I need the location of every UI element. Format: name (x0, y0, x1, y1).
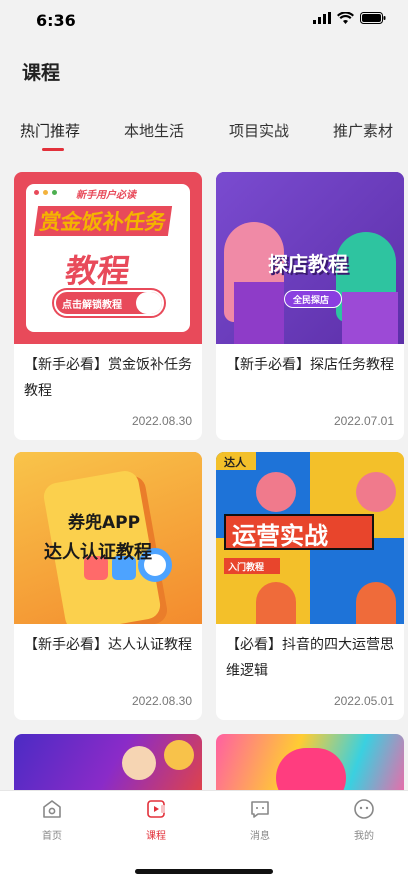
cover-headline-2: 达人认证教程 (44, 542, 152, 563)
course-card[interactable] (216, 734, 404, 790)
course-cover-image: 券兜APP 达人认证教程 (14, 452, 202, 624)
tabbar-home[interactable]: 首页 (22, 797, 82, 842)
tab-promo-material[interactable]: 推广素材 (333, 120, 393, 141)
tabbar-message[interactable]: 消息 (230, 797, 290, 842)
signal-icon (313, 12, 331, 24)
cover-button-text: 点击解锁教程 (62, 300, 122, 311)
category-tabs: 热门推荐 本地生活 项目实战 推广素材 (0, 108, 408, 158)
active-tab-indicator (42, 148, 64, 151)
cover-headline: 券兜APP (68, 513, 141, 533)
course-card[interactable] (14, 734, 202, 790)
course-card[interactable]: 新手用户必读 赏金饭补任务 教程 点击解锁教程 【新手必看】赏金饭补任务教程 2… (14, 172, 202, 440)
message-icon (251, 801, 269, 818)
tabbar-label: 消息 (250, 831, 270, 842)
page-title: 课程 (22, 62, 61, 84)
battery-icon (360, 12, 386, 24)
cover-headline: 探店教程 (268, 252, 348, 276)
tabbar-profile[interactable]: 我的 (334, 797, 394, 842)
wifi-icon (337, 12, 354, 24)
course-card[interactable]: 探店教程 全民探店 【新手必看】探店任务教程 2022.07.01 (216, 172, 404, 440)
course-cover-image (216, 734, 404, 790)
page-header: 课程 (0, 44, 408, 104)
cover-caption: 新手用户必读 (76, 190, 136, 201)
home-icon (43, 800, 61, 818)
cover-headline-2: 教程 (63, 252, 133, 290)
status-icons (313, 12, 386, 24)
course-date: 2022.05.01 (333, 694, 394, 708)
cover-headline: 赏金饭补任务 (33, 206, 173, 236)
course-card[interactable]: 达人 运营实战 入门教程 【必看】抖音的四大运营思维逻辑 2022.05.01 (216, 452, 404, 720)
tabbar-course[interactable]: 课程 (126, 797, 186, 842)
tab-project[interactable]: 项目实战 (229, 120, 289, 141)
course-cover-image: 探店教程 全民探店 (216, 172, 404, 344)
tab-local-life[interactable]: 本地生活 (124, 120, 184, 141)
cover-badge: 全民探店 (293, 296, 330, 306)
status-bar: 6:36 (0, 0, 408, 44)
tabbar-label: 我的 (354, 831, 374, 842)
cover-badge: 入门教程 (228, 563, 265, 573)
course-date: 2022.08.30 (131, 414, 192, 428)
tabbar-label: 首页 (42, 831, 62, 842)
course-title: 【新手必看】达人认证教程 (24, 637, 192, 653)
course-card[interactable]: 券兜APP 达人认证教程 【新手必看】达人认证教程 2022.08.30 (14, 452, 202, 720)
course-date: 2022.07.01 (333, 414, 394, 428)
home-indicator (135, 869, 273, 874)
course-cover-image: 新手用户必读 赏金饭补任务 教程 点击解锁教程 (14, 172, 202, 344)
course-cover-image (14, 734, 202, 790)
course-title: 【新手必看】赏金饭补任务教程 (24, 357, 192, 399)
cover-headline: 运营实战 (232, 522, 328, 550)
course-date: 2022.08.30 (131, 694, 192, 708)
course-icon (147, 800, 165, 818)
profile-icon (354, 799, 374, 819)
course-title: 【必看】抖音的四大运营思维逻辑 (226, 637, 394, 679)
course-cover-image: 达人 运营实战 入门教程 (216, 452, 404, 624)
course-grid: 新手用户必读 赏金饭补任务 教程 点击解锁教程 【新手必看】赏金饭补任务教程 2… (0, 160, 408, 790)
cover-tag: 达人 (224, 456, 246, 469)
status-time: 6:36 (36, 11, 76, 30)
course-title: 【新手必看】探店任务教程 (226, 357, 394, 373)
tabbar-label: 课程 (146, 831, 166, 842)
tab-hot[interactable]: 热门推荐 (20, 120, 80, 141)
